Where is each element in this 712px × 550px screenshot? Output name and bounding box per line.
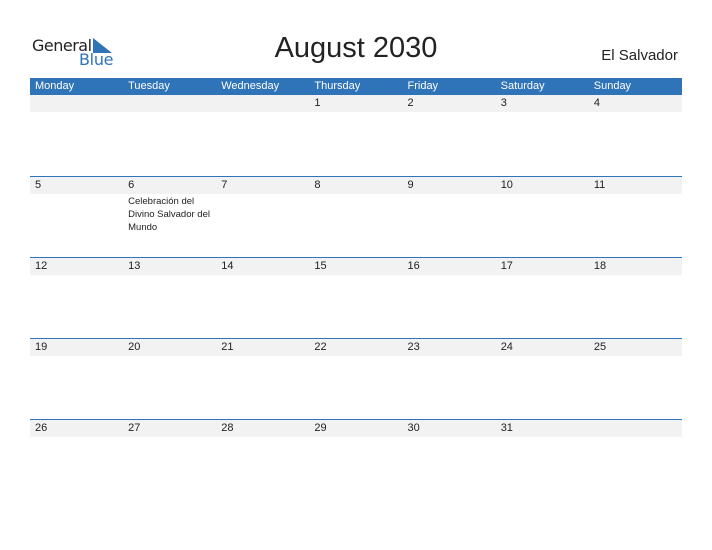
day-number: 10 [500,179,513,191]
day-cell: 8 [309,177,402,258]
day-number: 6 [128,179,135,191]
day-cell: 13 [123,258,216,339]
day-cell: 3 [496,95,589,176]
day-cell: 5 [30,177,123,258]
day-cell: 22 [309,339,402,420]
day-cell: 18 [589,258,682,339]
day-cell: 15 [309,258,402,339]
day-number: 15 [314,260,327,272]
day-cell: 7 [216,177,309,258]
day-cell: 10 [496,177,589,258]
day-number: 30 [407,422,420,434]
day-number: 7 [221,179,228,191]
calendar-week: 12 13 14 15 16 17 18 [30,257,682,339]
calendar-week: 5 6 Celebración del Divino Salvador del Mu… [30,176,682,258]
day-number: 19 [35,341,48,353]
day-number: 11 [593,179,606,191]
calendar-week: 26 27 28 29 30 31 [30,419,682,501]
weekday-saturday: Saturday [500,80,545,92]
day-cell: 4 [589,95,682,176]
weekday-header: Monday Tuesday Wednesday Thursday Friday… [30,78,682,95]
day-number: 14 [221,260,234,272]
calendar-week: 1 2 3 4 [30,95,682,176]
day-cell: 17 [496,258,589,339]
day-number: 12 [35,260,48,272]
day-number: 1 [314,97,321,109]
day-number: 8 [314,179,321,191]
calendar-week: 19 20 21 22 23 24 25 [30,338,682,420]
day-number: 25 [593,341,607,353]
day-cell: 11 [589,177,682,258]
day-cell [30,95,123,176]
day-number: 27 [128,422,141,434]
day-cell: 27 [123,420,216,501]
day-cell [589,420,682,501]
day-cell: 30 [403,420,496,501]
day-cell: 16 [403,258,496,339]
day-cell: 26 [30,420,123,501]
day-cell: 28 [216,420,309,501]
day-number: 16 [407,260,420,272]
day-cell [123,95,216,176]
weekday-monday: Monday [35,80,75,92]
day-number: 22 [314,341,327,353]
weekday-tuesday: Tuesday [128,80,170,92]
country-label: El Salvador [601,47,678,64]
day-number: 2 [407,97,414,109]
day-number: 13 [128,260,141,272]
day-cell: 2 [403,95,496,176]
day-number: 20 [128,341,141,353]
day-cell: 20 [123,339,216,420]
day-number: 28 [221,422,234,434]
day-cell: 14 [216,258,309,339]
day-number: 29 [314,422,327,434]
day-cell: 29 [309,420,402,501]
day-number: 23 [407,341,420,353]
weekday-wednesday: Wednesday [221,80,280,92]
day-number: 9 [407,179,414,191]
day-number: 3 [500,97,507,109]
day-number: 31 [500,422,513,434]
day-number: 5 [35,179,42,191]
day-cell: 12 [30,258,123,339]
weekday-sunday: Sunday [593,80,632,92]
day-number: 18 [593,260,607,272]
weekday-thursday: Thursday [314,80,361,92]
day-cell: 23 [403,339,496,420]
day-cell: 1 [309,95,402,176]
day-number: 24 [500,341,513,353]
day-cell: 21 [216,339,309,420]
day-number: 21 [221,341,234,353]
holiday-event: Celebración del Divino Salvador del Mund… [128,196,210,233]
day-cell: 24 [496,339,589,420]
weekday-friday: Friday [407,80,439,92]
day-cell: 31 [496,420,589,501]
day-cell: 25 [589,339,682,420]
day-cell [216,95,309,176]
day-number: 4 [593,97,600,109]
day-cell: 9 [403,177,496,258]
day-number: 26 [35,422,48,434]
day-cell: 19 [30,339,123,420]
day-number: 17 [500,260,513,272]
day-cell: 6 Celebración del Divino Salvador del Mun… [123,177,216,258]
